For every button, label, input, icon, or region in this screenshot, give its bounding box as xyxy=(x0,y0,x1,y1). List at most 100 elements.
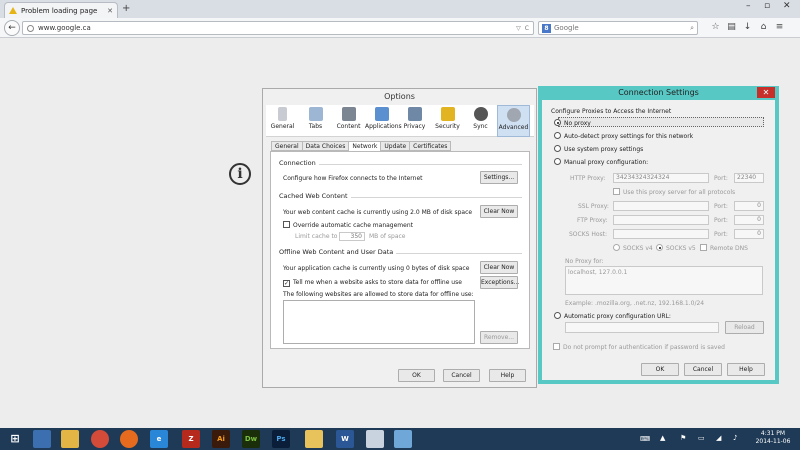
folder-icon[interactable] xyxy=(61,430,79,448)
remote-dns-checkbox[interactable] xyxy=(700,244,707,251)
tell-me-checkbox[interactable]: ✓ xyxy=(283,280,290,287)
download-icon[interactable]: ↓ xyxy=(742,22,753,33)
illustrator-icon[interactable]: Ai xyxy=(212,430,230,448)
manual-proxy-radio[interactable] xyxy=(554,158,561,165)
menu-icon[interactable]: ≡ xyxy=(774,22,785,33)
mail-icon[interactable] xyxy=(305,430,323,448)
remote-dns-row[interactable]: Remote DNS xyxy=(700,244,748,252)
clear-offline-button[interactable]: Clear Now xyxy=(480,261,518,274)
socks-v5-option[interactable]: SOCKS v5 xyxy=(656,244,696,252)
auto-url-option[interactable]: Automatic proxy configuration URL: xyxy=(554,312,671,320)
tab-close-icon[interactable]: ✕ xyxy=(107,7,113,15)
subtab-general[interactable]: General xyxy=(271,141,303,151)
reading-list-icon[interactable]: ▤ xyxy=(726,22,737,33)
category-general[interactable]: General xyxy=(266,105,299,137)
back-button[interactable]: ← xyxy=(4,20,20,36)
same-proxy-checkbox[interactable] xyxy=(613,188,620,195)
star-icon[interactable]: ☆ xyxy=(710,22,721,33)
auto-detect-radio[interactable] xyxy=(554,132,561,139)
reload-button[interactable]: Reload xyxy=(725,321,764,334)
tell-me-row[interactable]: ✓ Tell me when a website asks to store da… xyxy=(283,279,462,287)
override-cache-checkbox[interactable] xyxy=(283,221,290,228)
ssl-port-input[interactable]: 0 xyxy=(734,201,764,211)
settings-button[interactable]: Settings... xyxy=(480,171,518,184)
no-proxy-radio[interactable] xyxy=(554,119,561,126)
system-proxy-radio[interactable] xyxy=(554,145,561,152)
search-icon[interactable]: ⌕ xyxy=(690,24,694,33)
pen-icon[interactable] xyxy=(394,430,412,448)
tray-arrow-icon[interactable]: ▲ xyxy=(660,434,665,450)
chrome-icon[interactable] xyxy=(91,430,109,448)
conn-help-button[interactable]: Help xyxy=(727,363,765,376)
category-security[interactable]: Security xyxy=(431,105,464,137)
word-icon[interactable]: W xyxy=(336,430,354,448)
internet-explorer-icon[interactable]: e xyxy=(150,430,168,448)
search-engine-icon[interactable]: 8 xyxy=(542,23,551,33)
manual-proxy-option[interactable]: Manual proxy configuration: xyxy=(554,158,648,166)
override-cache-row[interactable]: Override automatic cache management xyxy=(283,221,413,229)
ssl-proxy-input[interactable] xyxy=(613,201,709,211)
no-prompt-row[interactable]: Do not prompt for authentication if pass… xyxy=(553,343,725,351)
volume-icon[interactable]: ♪ xyxy=(733,434,737,450)
ftp-proxy-input[interactable] xyxy=(613,215,709,225)
http-port-input[interactable]: 22340 xyxy=(734,173,764,183)
clear-cache-button[interactable]: Clear Now xyxy=(480,205,518,218)
tab-problem-loading[interactable]: Problem loading page ✕ xyxy=(4,2,118,18)
subtab-data-choices[interactable]: Data Choices xyxy=(301,141,350,151)
firefox-icon[interactable] xyxy=(120,430,138,448)
home-icon[interactable]: ⌂ xyxy=(758,22,769,33)
exceptions-button[interactable]: Exceptions... xyxy=(480,276,519,289)
dropdown-icon[interactable]: ▽ xyxy=(516,25,521,32)
options-help-button[interactable]: Help xyxy=(489,369,526,382)
keyboard-icon[interactable]: ⌨ xyxy=(640,435,650,450)
limit-cache-input[interactable]: 350 xyxy=(339,232,365,241)
new-tab-button[interactable]: + xyxy=(122,3,130,14)
search-bar[interactable]: 8 ⌕ xyxy=(538,21,698,35)
auto-detect-option[interactable]: Auto-detect proxy settings for this netw… xyxy=(554,132,693,140)
auto-url-radio[interactable] xyxy=(554,312,561,319)
subtab-update[interactable]: Update xyxy=(380,141,411,151)
conn-ok-button[interactable]: OK xyxy=(641,363,679,376)
window-close-icon[interactable]: ✕ xyxy=(783,1,791,11)
category-privacy[interactable]: Privacy xyxy=(398,105,431,137)
network-icon[interactable]: ◢ xyxy=(716,434,721,450)
category-content[interactable]: Content xyxy=(332,105,365,137)
photoshop-icon[interactable]: Ps xyxy=(272,430,290,448)
subtab-certificates[interactable]: Certificates xyxy=(409,141,452,151)
conn-cancel-button[interactable]: Cancel xyxy=(684,363,722,376)
category-applications[interactable]: Applications xyxy=(365,105,402,137)
system-proxy-option[interactable]: Use system proxy settings xyxy=(554,145,643,153)
offline-sites-list[interactable] xyxy=(283,300,475,344)
url-bar[interactable]: www.google.ca ▽ C xyxy=(22,21,534,35)
socks-port-input[interactable]: 0 xyxy=(734,229,764,239)
clock[interactable]: 4:31 PM 2014-11-06 xyxy=(751,430,795,446)
no-prompt-checkbox[interactable] xyxy=(553,343,560,350)
minimize-icon[interactable]: – xyxy=(746,1,751,11)
category-advanced[interactable]: Advanced xyxy=(497,105,530,137)
socks-host-input[interactable] xyxy=(613,229,709,239)
remove-button[interactable]: Remove... xyxy=(480,331,518,344)
socks-v5-radio[interactable] xyxy=(656,244,663,251)
maximize-icon[interactable]: ▫ xyxy=(764,1,770,11)
start-windows-icon[interactable]: ⊞ xyxy=(6,430,24,448)
ftp-port-input[interactable]: 0 xyxy=(734,215,764,225)
options-ok-button[interactable]: OK xyxy=(398,369,435,382)
same-proxy-row[interactable]: Use this proxy server for all protocols xyxy=(613,188,735,196)
socks-v4-radio[interactable] xyxy=(613,244,620,251)
flag-icon[interactable]: ⚑ xyxy=(680,434,686,450)
options-cancel-button[interactable]: Cancel xyxy=(443,369,480,382)
no-proxy-option[interactable]: No proxy xyxy=(554,119,591,127)
reload-icon[interactable]: C xyxy=(525,25,529,32)
dialog-close-button[interactable]: ✕ xyxy=(757,87,775,98)
url-text[interactable]: www.google.ca xyxy=(38,24,512,32)
dreamweaver-icon[interactable]: Dw xyxy=(242,430,260,448)
filezilla-icon[interactable]: Z xyxy=(182,430,200,448)
computer-icon[interactable] xyxy=(33,430,51,448)
category-sync[interactable]: Sync xyxy=(464,105,497,137)
http-proxy-input[interactable]: 34234324324324 xyxy=(613,173,709,183)
no-proxy-for-input[interactable]: localhost, 127.0.0.1 xyxy=(565,266,763,295)
socks-v4-option[interactable]: SOCKS v4 xyxy=(613,244,653,252)
category-tabs[interactable]: Tabs xyxy=(299,105,332,137)
document-icon[interactable] xyxy=(366,430,384,448)
battery-icon[interactable]: ▭ xyxy=(698,434,705,450)
